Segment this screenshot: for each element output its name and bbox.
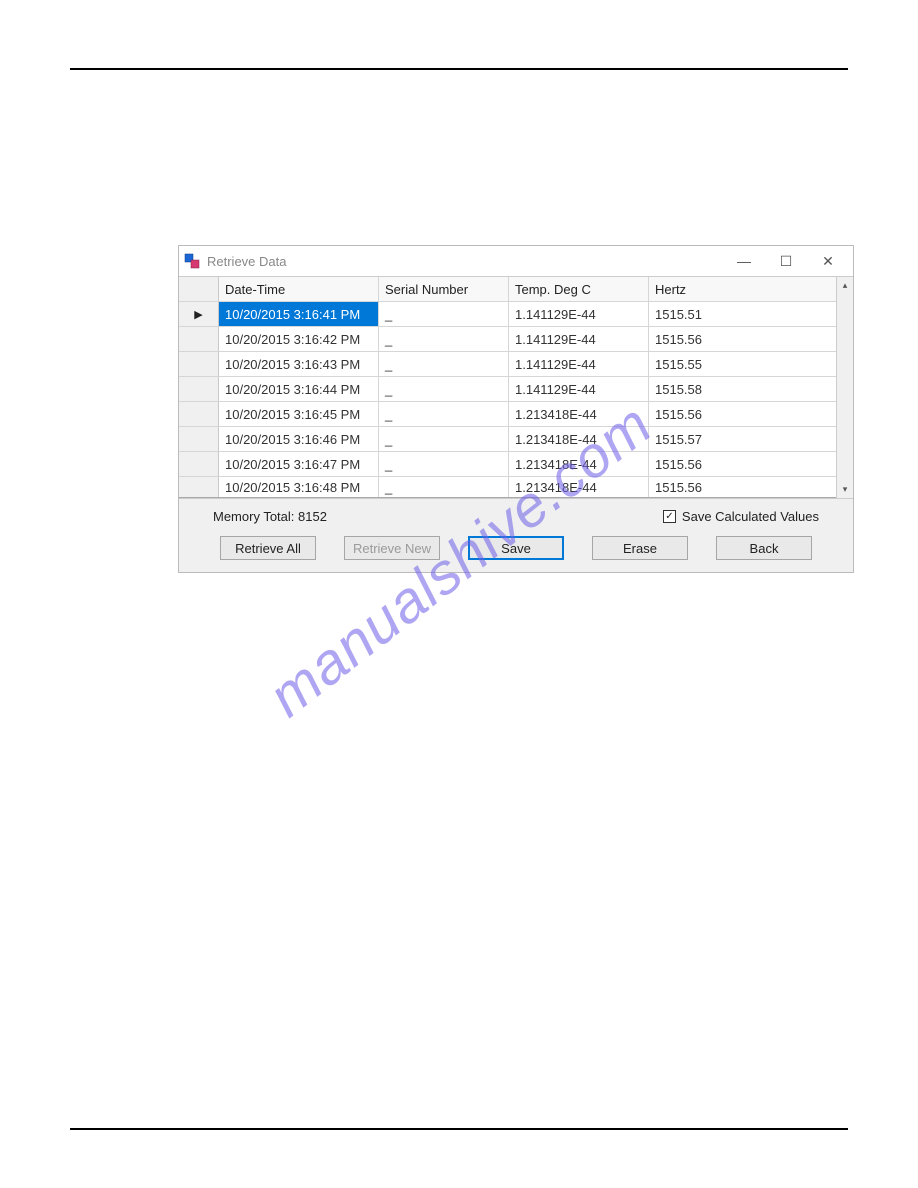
cell-datetime[interactable]: 10/20/2015 3:16:46 PM [219, 427, 379, 451]
cell-serial[interactable]: _ [379, 352, 509, 376]
row-indicator [179, 327, 219, 351]
cell-temp[interactable]: 1.213418E-44 [509, 427, 649, 451]
cell-temp[interactable]: 1.141129E-44 [509, 302, 649, 326]
window-title: Retrieve Data [207, 254, 731, 269]
row-indicator [179, 352, 219, 376]
cell-hertz[interactable]: 1515.56 [649, 477, 799, 497]
cell-serial[interactable]: _ [379, 302, 509, 326]
row-indicator [179, 452, 219, 476]
save-calculated-checkbox[interactable]: ✓ Save Calculated Values [663, 509, 819, 524]
row-indicator [179, 377, 219, 401]
scroll-up-icon[interactable]: ▴ [843, 280, 848, 291]
col-header-hertz[interactable]: Hertz [649, 277, 799, 301]
cell-serial[interactable]: _ [379, 427, 509, 451]
grid-corner [179, 277, 219, 301]
grid-row[interactable]: 10/20/2015 3:16:42 PM _ 1.141129E-44 151… [179, 327, 836, 352]
grid-row[interactable]: 10/20/2015 3:16:48 PM _ 1.213418E-44 151… [179, 477, 836, 498]
row-indicator [179, 402, 219, 426]
cell-temp[interactable]: 1.141129E-44 [509, 327, 649, 351]
cell-temp[interactable]: 1.213418E-44 [509, 402, 649, 426]
checkbox-icon: ✓ [663, 510, 676, 523]
retrieve-all-button[interactable]: Retrieve All [220, 536, 316, 560]
titlebar: Retrieve Data — ☐ ✕ [179, 246, 853, 276]
cell-hertz[interactable]: 1515.55 [649, 352, 799, 376]
minimize-button[interactable]: — [731, 253, 757, 270]
grid-row[interactable]: 10/20/2015 3:16:46 PM _ 1.213418E-44 151… [179, 427, 836, 452]
cell-hertz[interactable]: 1515.56 [649, 327, 799, 351]
cell-temp[interactable]: 1.141129E-44 [509, 352, 649, 376]
cell-datetime[interactable]: 10/20/2015 3:16:48 PM [219, 477, 379, 497]
cell-serial[interactable]: _ [379, 377, 509, 401]
erase-button[interactable]: Erase [592, 536, 688, 560]
cell-temp[interactable]: 1.213418E-44 [509, 477, 649, 497]
cell-datetime[interactable]: 10/20/2015 3:16:47 PM [219, 452, 379, 476]
cell-hertz[interactable]: 1515.57 [649, 427, 799, 451]
cell-datetime[interactable]: 10/20/2015 3:16:43 PM [219, 352, 379, 376]
retrieve-new-button[interactable]: Retrieve New [344, 536, 440, 560]
cell-datetime[interactable]: 10/20/2015 3:16:45 PM [219, 402, 379, 426]
cell-datetime[interactable]: 10/20/2015 3:16:44 PM [219, 377, 379, 401]
cell-datetime[interactable]: 10/20/2015 3:16:41 PM [219, 302, 379, 326]
cell-serial[interactable]: _ [379, 477, 509, 497]
window-controls: — ☐ ✕ [731, 253, 853, 270]
page-top-rule [70, 68, 848, 70]
cell-hertz[interactable]: 1515.51 [649, 302, 799, 326]
grid-header-row: Date-Time Serial Number Temp. Deg C Hert… [179, 277, 836, 302]
row-indicator-current: ▶ [179, 302, 219, 326]
col-header-temp[interactable]: Temp. Deg C [509, 277, 649, 301]
col-header-serial[interactable]: Serial Number [379, 277, 509, 301]
checkbox-label: Save Calculated Values [682, 509, 819, 524]
memory-total: Memory Total: 8152 [213, 509, 327, 524]
cell-hertz[interactable]: 1515.58 [649, 377, 799, 401]
maximize-button[interactable]: ☐ [773, 253, 799, 270]
cell-hertz[interactable]: 1515.56 [649, 452, 799, 476]
vertical-scrollbar[interactable]: ▴ ▾ [836, 277, 853, 498]
cell-temp[interactable]: 1.141129E-44 [509, 377, 649, 401]
app-icon [183, 252, 201, 270]
page-bottom-rule [70, 1128, 848, 1130]
grid-row[interactable]: 10/20/2015 3:16:47 PM _ 1.213418E-44 151… [179, 452, 836, 477]
grid-row[interactable]: 10/20/2015 3:16:43 PM _ 1.141129E-44 151… [179, 352, 836, 377]
save-button[interactable]: Save [468, 536, 564, 560]
cell-hertz[interactable]: 1515.56 [649, 402, 799, 426]
retrieve-data-window: Retrieve Data — ☐ ✕ Date-Time Serial Num… [178, 245, 854, 573]
data-grid: Date-Time Serial Number Temp. Deg C Hert… [179, 276, 853, 499]
cell-serial[interactable]: _ [379, 402, 509, 426]
col-header-datetime[interactable]: Date-Time [219, 277, 379, 301]
cell-serial[interactable]: _ [379, 327, 509, 351]
grid-row[interactable]: ▶ 10/20/2015 3:16:41 PM _ 1.141129E-44 1… [179, 302, 836, 327]
cell-temp[interactable]: 1.213418E-44 [509, 452, 649, 476]
grid-row[interactable]: 10/20/2015 3:16:45 PM _ 1.213418E-44 151… [179, 402, 836, 427]
cell-serial[interactable]: _ [379, 452, 509, 476]
row-indicator [179, 427, 219, 451]
close-button[interactable]: ✕ [815, 253, 841, 270]
grid-row[interactable]: 10/20/2015 3:16:44 PM _ 1.141129E-44 151… [179, 377, 836, 402]
back-button[interactable]: Back [716, 536, 812, 560]
cell-datetime[interactable]: 10/20/2015 3:16:42 PM [219, 327, 379, 351]
scroll-down-icon[interactable]: ▾ [843, 484, 848, 495]
window-footer: Memory Total: 8152 ✓ Save Calculated Val… [179, 499, 853, 572]
row-indicator [179, 477, 219, 497]
